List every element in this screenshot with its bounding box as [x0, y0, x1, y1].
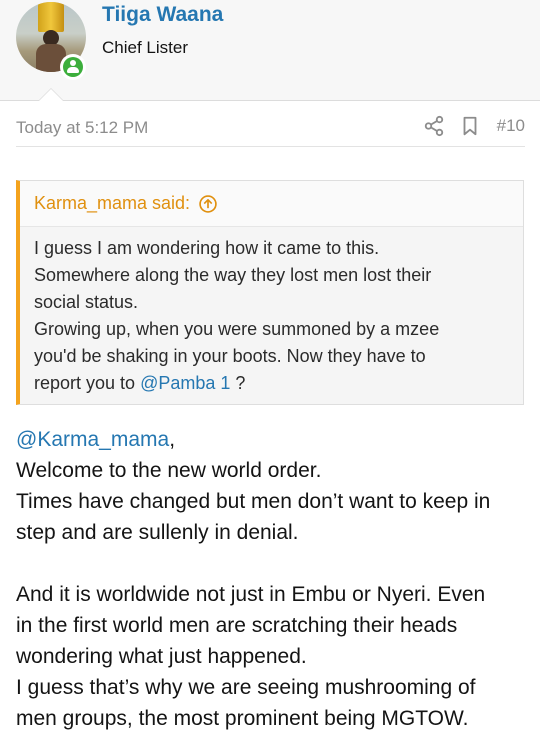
reply-text: , — [169, 428, 176, 451]
user-info-block: Tiiga Waana Chief Lister — [0, 0, 540, 101]
quote-line: social status. — [34, 292, 139, 312]
share-icon[interactable] — [423, 115, 445, 137]
mention-link[interactable]: @Karma_mama — [16, 428, 169, 451]
mention-link[interactable]: @Pamba 1 — [140, 373, 230, 393]
quote-content: I guess I am wondering how it came to th… — [20, 227, 523, 397]
message-pointer — [38, 88, 64, 101]
quote-text: report you to — [34, 373, 136, 393]
quote-header: Karma_mama said: — [20, 181, 523, 227]
post-meta-bar: Today at 5:12 PM #10 — [16, 110, 525, 147]
post-actions: #10 — [423, 115, 525, 137]
reply-line: And it is worldwide not just in Embu or … — [16, 583, 486, 606]
username-link[interactable]: Tiiga Waana — [102, 3, 223, 27]
avatar-image-bucket — [38, 2, 64, 32]
post-body: @Karma_mama, Welcome to the new world or… — [16, 424, 528, 734]
reply-line: Times have changed but men don’t want to… — [16, 490, 491, 513]
bookmark-icon[interactable] — [459, 115, 481, 137]
reply-line: Welcome to the new world order. — [16, 459, 322, 482]
quote-block: Karma_mama said: I guess I am wondering … — [16, 180, 524, 405]
reply-line: men groups, the most prominent being MGT… — [16, 707, 469, 730]
quote-line: I guess I am wondering how it came to th… — [34, 238, 380, 258]
reply-line: step and are sullenly in denial. — [16, 521, 299, 544]
user-online-icon — [60, 54, 86, 80]
quote-text: ? — [235, 373, 246, 393]
post-number-link[interactable]: #10 — [497, 116, 525, 136]
paragraph-break — [16, 548, 528, 579]
quote-line-last: report you to @Pamba 1 ? — [34, 370, 509, 397]
quote-line: you'd be shaking in your boots. Now they… — [34, 346, 426, 366]
quote-line: Somewhere along the way they lost men lo… — [34, 265, 432, 285]
user-title: Chief Lister — [102, 38, 188, 57]
quote-author-label: Karma_mama said: — [34, 193, 191, 213]
arrow-up-circle-icon[interactable] — [198, 194, 218, 214]
reply-line: I guess that’s why we are seeing mushroo… — [16, 676, 476, 699]
quote-line: Growing up, when you were summoned by a … — [34, 319, 440, 339]
reply-line: wondering what just happened. — [16, 645, 307, 668]
reply-line: in the first world men are scratching th… — [16, 614, 458, 637]
reply-mention-line: @Karma_mama, — [16, 424, 528, 455]
post-timestamp[interactable]: Today at 5:12 PM — [16, 118, 148, 138]
